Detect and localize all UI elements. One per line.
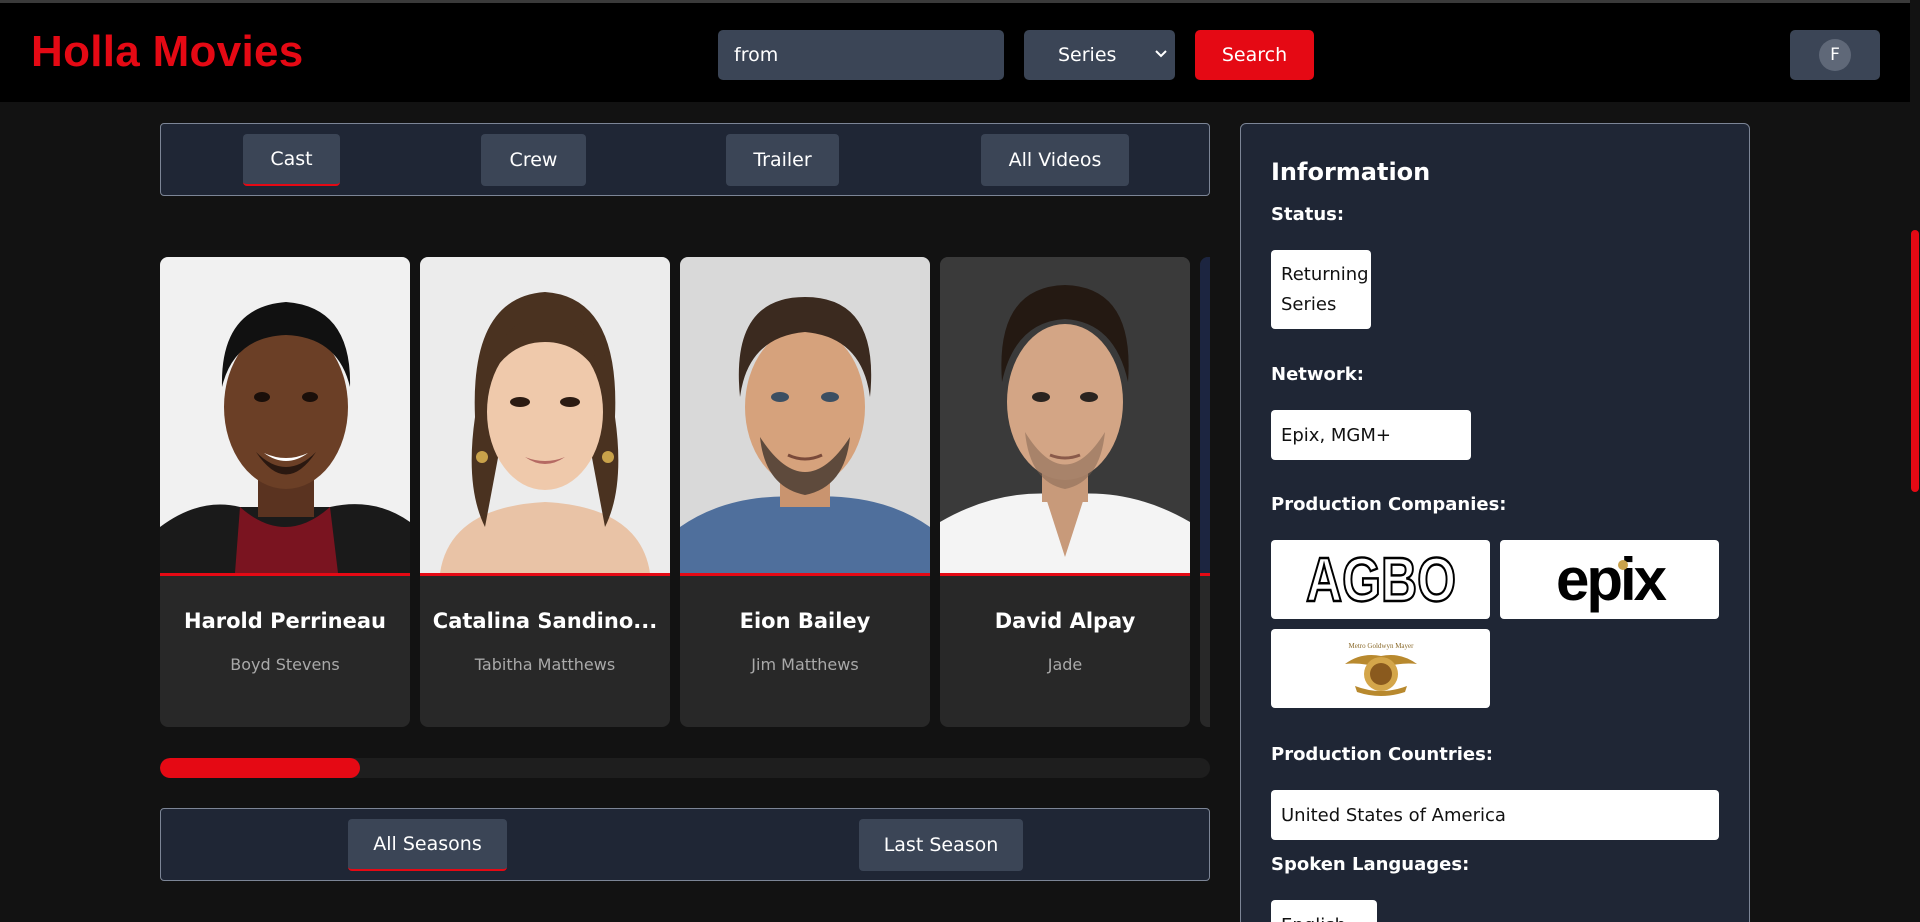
site-logo[interactable]: Holla Movies [31,27,304,77]
search-button[interactable]: Search [1195,30,1314,80]
cast-photo [1200,257,1210,573]
languages-label: Spoken Languages: [1271,854,1470,875]
cast-scroll-thumb[interactable] [160,758,360,778]
cast-card[interactable]: David Alpay Jade [940,257,1190,727]
tab-crew[interactable]: Crew [481,134,586,186]
cast-card-partial[interactable] [1200,257,1210,727]
cast-scroll-track[interactable] [160,758,1210,778]
search-input[interactable] [718,30,1004,80]
photo-divider [1200,573,1210,576]
chevron-down-icon [1155,44,1167,68]
tab-all-seasons[interactable]: All Seasons [348,819,507,871]
season-tabs: All Seasons Last Season [160,808,1210,881]
cast-name: Harold Perrineau [184,609,386,633]
status-value-line2: Series [1281,293,1337,315]
company-logo-epix[interactable]: epix [1500,540,1719,619]
countries-label: Production Countries: [1271,744,1494,765]
companies-label: Production Companies: [1271,494,1507,515]
cast-photo [940,257,1190,573]
avatar: F [1819,39,1851,71]
tab-all-videos[interactable]: All Videos [981,134,1129,186]
cast-character: Jade [1047,655,1083,674]
company-logo-agbo[interactable]: AGBO [1271,540,1490,619]
cast-name: Eion Bailey [739,609,871,633]
status-badge: Returning Series [1271,250,1371,329]
cast-character: Boyd Stevens [230,655,340,674]
cast-character: Jim Matthews [751,655,859,674]
media-type-selected: Series [1058,44,1117,66]
cast-photo [160,257,410,573]
cast-character: Tabitha Matthews [474,655,616,674]
svg-text:Metro Goldwyn Mayer: Metro Goldwyn Mayer [1348,642,1414,650]
tab-trailer[interactable]: Trailer [726,134,839,186]
media-tabs: Cast Crew Trailer All Videos [160,123,1210,196]
media-type-select[interactable]: Series [1024,30,1175,80]
network-value: Epix, MGM+ [1271,410,1471,460]
network-label: Network: [1271,364,1364,385]
cast-card[interactable]: Catalina Sandino... Tabitha Matthews [420,257,670,727]
cast-name: Catalina Sandino... [432,609,658,633]
information-panel: Information Status: Returning Series Net… [1240,123,1750,922]
cast-carousel[interactable]: Harold Perrineau Boyd Stevens Catalina S… [160,257,1210,727]
svg-text:epix: epix [1555,546,1666,613]
status-value-line1: Returning [1281,263,1369,285]
status-label: Status: [1271,204,1345,225]
photo-divider [420,573,670,576]
svg-text:AGBO: AGBO [1306,546,1456,615]
profile-button[interactable]: F [1790,30,1880,80]
top-header: Holla Movies Series Search F [0,0,1910,102]
cast-photo [680,257,930,573]
photo-divider [940,573,1190,576]
photo-divider [680,573,930,576]
cast-card[interactable]: Eion Bailey Jim Matthews [680,257,930,727]
tab-last-season[interactable]: Last Season [859,819,1023,871]
languages-value: English [1271,900,1377,922]
page-scrollbar-thumb[interactable] [1911,230,1919,492]
tab-cast[interactable]: Cast [243,134,340,186]
photo-divider [160,573,410,576]
information-title: Information [1271,158,1431,186]
company-logo-mgm[interactable]: Metro Goldwyn Mayer [1271,629,1490,708]
cast-photo [420,257,670,573]
cast-name: David Alpay [994,609,1136,633]
cast-card[interactable]: Harold Perrineau Boyd Stevens [160,257,410,727]
countries-value: United States of America [1271,790,1719,840]
